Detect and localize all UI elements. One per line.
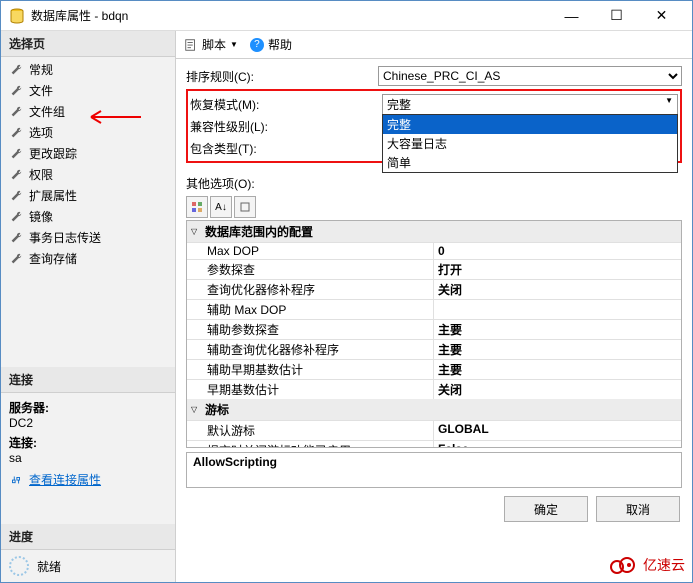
view-connection-props-link[interactable]: 查看连接属性 [29,471,101,488]
server-value: DC2 [9,416,167,430]
sidebar-header-connection: 连接 [1,367,175,393]
db-icon [9,8,25,24]
grid-row[interactable]: 早期基数估计关闭 [187,379,681,399]
grid-row[interactable]: 参数探查打开 [187,259,681,279]
ok-button[interactable]: 确定 [504,496,588,522]
window-title: 数据库属性 - bdqn [31,7,549,24]
sidebar-item-label: 权限 [29,166,53,183]
connection-icon [9,473,23,487]
recovery-option-full[interactable]: 完整 [383,115,677,134]
sidebar-item-mirroring[interactable]: 镜像 [1,206,175,227]
collation-label: 排序规则(C): [186,68,378,85]
grid-props-button[interactable] [234,196,256,218]
grid-row[interactable]: 提交时关闭游标功能已启用False [187,440,681,448]
grid-row[interactable]: 辅助查询优化器修补程序主要 [187,339,681,359]
connection-info: 服务器: DC2 连接: sa 查看连接属性 [1,393,175,494]
sidebar-item-label: 选项 [29,124,53,141]
sidebar-item-label: 查询存储 [29,250,77,267]
recovery-dropdown[interactable]: 完整 ▼ [382,94,678,115]
sidebar-item-logshipping[interactable]: 事务日志传送 [1,227,175,248]
grid-row[interactable]: 辅助早期基数估计主要 [187,359,681,379]
sidebar-item-changetracking[interactable]: 更改跟踪 [1,143,175,164]
property-description: AllowScripting [186,452,682,488]
categorize-icon [191,201,203,213]
titlebar: 数据库属性 - bdqn — ☐ ✕ [1,1,692,31]
wrench-icon [9,168,23,182]
collation-dropdown[interactable]: Chinese_PRC_CI_AS [378,66,682,86]
grid-row[interactable]: 查询优化器修补程序关闭 [187,279,681,299]
sidebar-item-filegroups[interactable]: 文件组 [1,101,175,122]
recovery-dropdown-list: 完整 大容量日志 简单 [382,114,678,173]
grid-sort-button[interactable]: A↓ [210,196,232,218]
annotation-highlight-box: 恢复模式(M): 完整 ▼ 完整 大容量日志 简单 [186,89,682,163]
help-button[interactable]: ? 帮助 [250,36,292,53]
grid-row[interactable]: Max DOP0 [187,242,681,259]
progress-status: 就绪 [1,550,175,582]
wrench-icon [9,231,23,245]
grid-toolbar: A↓ [176,194,692,220]
main-toolbar: 脚本 ▼ ? 帮助 [176,31,692,59]
cancel-button[interactable]: 取消 [596,496,680,522]
sidebar-item-options[interactable]: 选项 [1,122,175,143]
sidebar-item-label: 文件组 [29,103,65,120]
property-grid[interactable]: ▽数据库范围内的配置 Max DOP0 参数探查打开 查询优化器修补程序关闭 辅… [186,220,682,448]
contain-label: 包含类型(T): [190,140,382,157]
progress-label: 就绪 [37,558,61,575]
sidebar-item-label: 事务日志传送 [29,229,101,246]
maximize-button[interactable]: ☐ [594,1,639,31]
login-value: sa [9,451,167,465]
sidebar-item-permissions[interactable]: 权限 [1,164,175,185]
sidebar-item-files[interactable]: 文件 [1,80,175,101]
sidebar: 选择页 常规 文件 文件组 选项 更改跟踪 权限 扩展属性 镜像 事务日志传送 … [1,31,176,582]
wrench-icon [9,252,23,266]
minimize-button[interactable]: — [549,1,594,31]
sidebar-item-label: 镜像 [29,208,53,225]
script-icon [184,38,198,52]
sidebar-pages-list: 常规 文件 文件组 选项 更改跟踪 权限 扩展属性 镜像 事务日志传送 查询存储 [1,57,175,271]
grid-row[interactable]: 默认游标GLOBAL [187,420,681,440]
help-icon: ? [250,38,264,52]
sidebar-item-label: 更改跟踪 [29,145,77,162]
sidebar-item-label: 扩展属性 [29,187,77,204]
wrench-icon [9,126,23,140]
wrench-icon [9,189,23,203]
script-button[interactable]: 脚本 ▼ [184,36,238,53]
chevron-down-icon: ▽ [191,405,201,414]
chevron-down-icon: ▽ [191,227,201,236]
sidebar-item-querystore[interactable]: 查询存储 [1,248,175,269]
wrench-icon [9,84,23,98]
grid-category-dbscoped[interactable]: ▽数据库范围内的配置 [187,221,681,242]
sidebar-header-pages: 选择页 [1,31,175,57]
wrench-icon [9,147,23,161]
sidebar-item-label: 文件 [29,82,53,99]
sidebar-header-progress: 进度 [1,524,175,550]
login-label: 连接: [9,434,167,451]
recovery-option-bulk[interactable]: 大容量日志 [383,134,677,153]
other-options-label: 其他选项(O): [176,171,692,194]
wrench-icon [9,105,23,119]
grid-row[interactable]: 辅助 Max DOP [187,299,681,319]
sidebar-item-label: 常规 [29,61,53,78]
wrench-icon [9,210,23,224]
close-button[interactable]: ✕ [639,1,684,31]
recovery-label: 恢复模式(M): [190,96,382,113]
grid-categorize-button[interactable] [186,196,208,218]
grid-row[interactable]: 辅助参数探查主要 [187,319,681,339]
compat-label: 兼容性级别(L): [190,118,382,135]
sort-icon: A↓ [215,202,227,213]
sidebar-item-extprops[interactable]: 扩展属性 [1,185,175,206]
wrench-icon [9,63,23,77]
sidebar-item-general[interactable]: 常规 [1,59,175,80]
server-label: 服务器: [9,399,167,416]
chevron-down-icon: ▼ [665,96,673,113]
main-panel: 脚本 ▼ ? 帮助 排序规则(C): Chinese_PRC_CI_AS [176,31,692,582]
properties-icon [239,201,251,213]
recovery-option-simple[interactable]: 简单 [383,153,677,172]
progress-spinner-icon [9,556,29,576]
grid-category-cursor[interactable]: ▽游标 [187,399,681,420]
